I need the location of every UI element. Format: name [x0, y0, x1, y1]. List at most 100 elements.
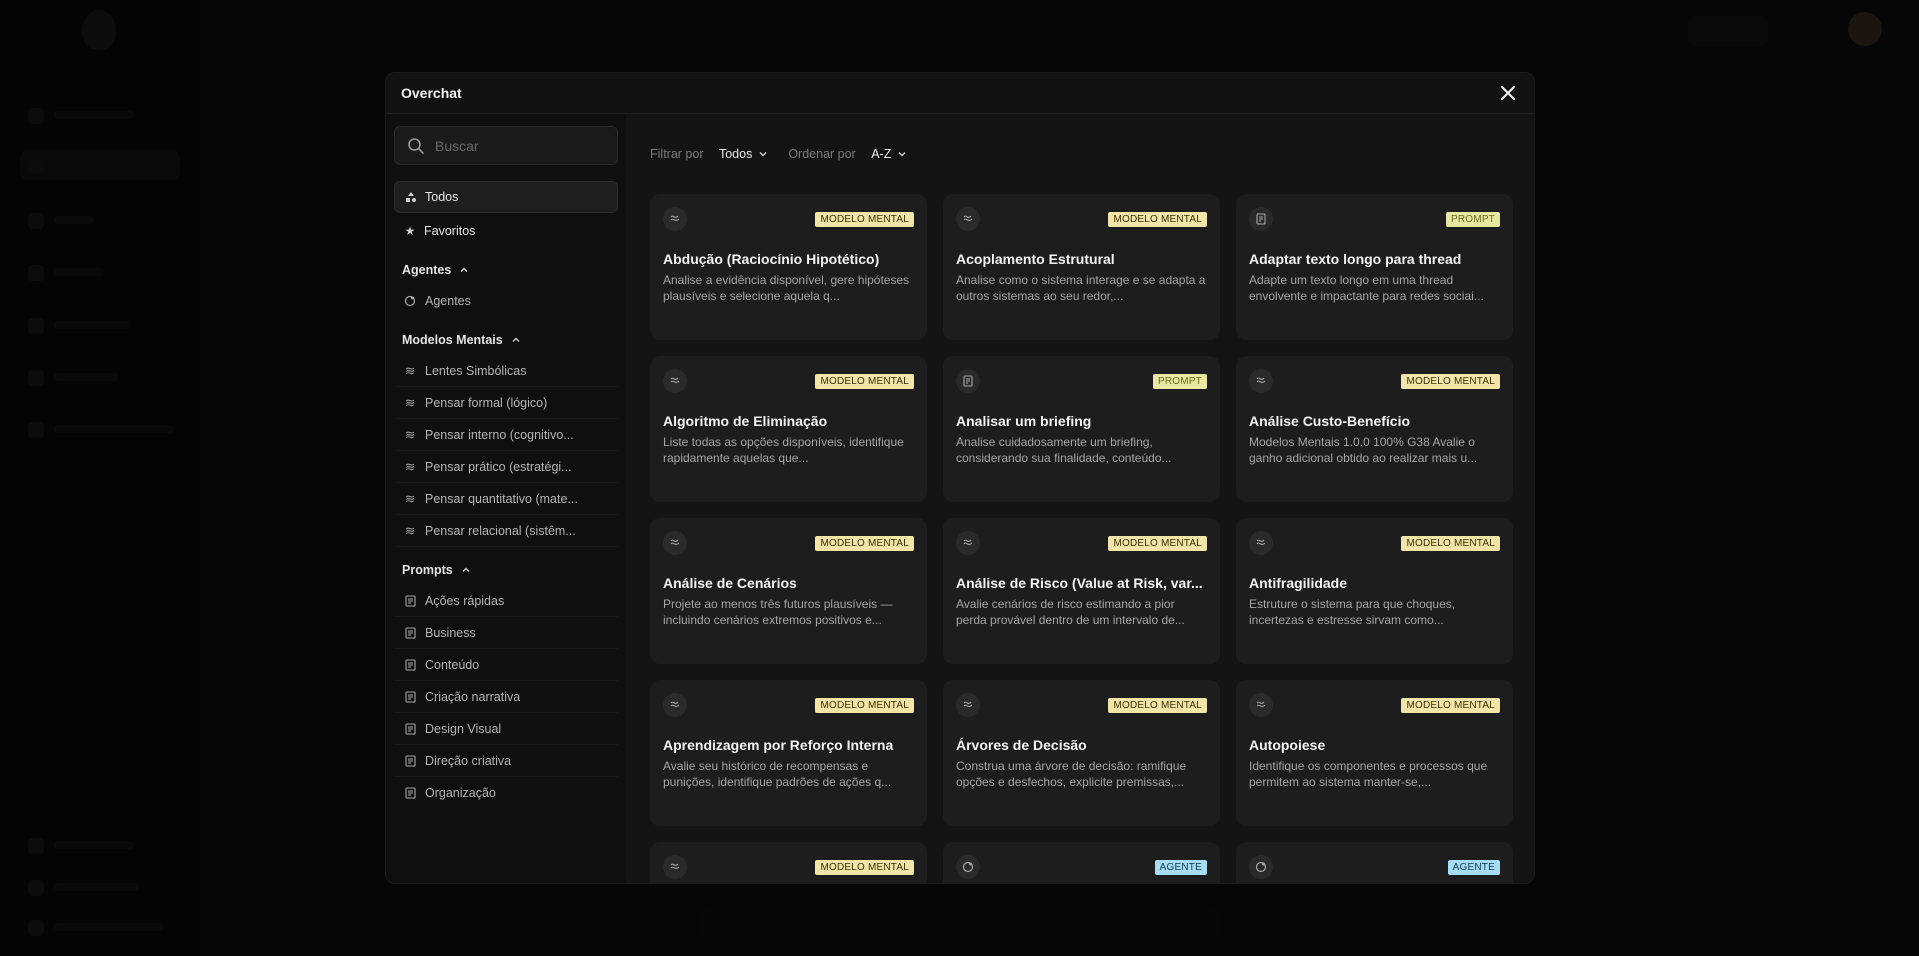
filter-bar: Filtrar por Todos Ordenar por A-Z — [650, 114, 1510, 194]
type-badge: PROMPT — [1446, 211, 1500, 227]
item-card[interactable]: MODELO MENTAL Antifragilidade Estruture o … — [1236, 518, 1513, 664]
nav-favoritos[interactable]: ★ Favoritos — [394, 215, 618, 247]
item-card[interactable]: MODELO MENTAL Análise de Cenários Projete … — [650, 518, 927, 664]
prompt-icon — [404, 722, 416, 735]
item-card[interactable]: AGENTE — [1236, 842, 1513, 883]
card-title: Aprendizagem por Reforço Interna — [663, 737, 894, 753]
item-card[interactable]: MODELO MENTAL Abdução (Raciocínio Hipotét… — [650, 194, 927, 340]
sidebar-item-label: Organização — [425, 786, 496, 800]
prompt-icon — [956, 369, 980, 393]
item-card[interactable]: MODELO MENTAL Autopoiese Identifique os co… — [1236, 680, 1513, 826]
card-description: Construa uma árvore de decisão: ramifiqu… — [956, 759, 1187, 789]
mental-model-icon: ≋ — [404, 428, 416, 442]
item-card[interactable]: MODELO MENTAL Acoplamento Estrutural Anali… — [943, 194, 1220, 340]
mental-model-icon: ≋ — [404, 492, 416, 506]
filter-value: Todos — [718, 147, 753, 161]
section-agentes-label: Agentes — [402, 263, 452, 277]
chevron-down-icon — [898, 152, 906, 157]
mental-model-icon: ≋ — [404, 364, 416, 378]
filter-dropdown[interactable]: Todos — [719, 147, 768, 161]
search-icon — [408, 137, 424, 154]
card-title: Análise de Cenários — [663, 575, 797, 591]
sidebar-item-organizacao[interactable]: Organização — [394, 777, 618, 809]
search-box[interactable] — [394, 126, 618, 165]
sidebar-item-conteudo[interactable]: Conteúdo — [394, 649, 618, 681]
sidebar-item-acoes-rapidas[interactable]: Ações rápidas — [394, 585, 618, 617]
mental-model-icon — [663, 531, 687, 555]
nav-favoritos-label: Favoritos — [424, 224, 476, 238]
card-description: Analise cuidadosamente um briefing, cons… — [956, 435, 1172, 465]
sidebar-item-label: Pensar formal (lógico) — [425, 395, 548, 410]
sidebar-item-pensar-interno[interactable]: ≋ Pensar interno (cognitivo... — [394, 419, 618, 451]
prompt-icon — [404, 658, 416, 671]
item-card[interactable]: MODELO MENTAL Algoritmo de Eliminação List… — [650, 356, 927, 502]
item-card[interactable]: MODELO MENTAL Análise de Risco (Value at … — [943, 518, 1220, 664]
library-sidebar: Todos ★ Favoritos Agentes Agentes Modelo… — [386, 114, 626, 883]
card-grid: MODELO MENTAL Abdução (Raciocínio Hipotét… — [650, 194, 1513, 883]
close-button[interactable] — [1497, 82, 1519, 104]
sidebar-item-label: Pensar prático (estratégi... — [425, 459, 572, 474]
section-prompts-toggle[interactable]: Prompts — [394, 555, 618, 585]
sidebar-item-pensar-pratico[interactable]: ≋ Pensar prático (estratégi... — [394, 451, 618, 483]
chevron-up-icon — [512, 337, 520, 342]
card-description: Modelos Mentais 1.0.0 100% G38 Avalie o … — [1249, 435, 1478, 465]
sidebar-item-pensar-quantitativo[interactable]: ≋ Pensar quantitativo (mate... — [394, 483, 618, 515]
item-card[interactable]: MODELO MENTAL Árvores de Decisão Construa … — [943, 680, 1220, 826]
item-card[interactable]: MODELO MENTAL Análise Custo-Benefício Mode… — [1236, 356, 1513, 502]
section-modelos-toggle[interactable]: Modelos Mentais — [394, 325, 618, 355]
mental-model-icon — [956, 207, 980, 231]
sidebar-item-label: Pensar interno (cognitivo... — [425, 427, 574, 442]
agent-icon — [956, 855, 980, 879]
sidebar-item-agentes[interactable]: Agentes — [394, 285, 618, 317]
mental-model-icon: ≋ — [404, 524, 416, 538]
card-title: Antifragilidade — [1249, 575, 1348, 591]
nav-todos-label: Todos — [425, 190, 459, 204]
mental-model-icon — [663, 207, 687, 231]
mental-model-icon — [956, 693, 980, 717]
agent-icon — [1249, 855, 1273, 879]
sidebar-item-label: Design Visual — [425, 721, 502, 736]
item-card[interactable]: AGENTE — [943, 842, 1220, 883]
card-title: Árvores de Decisão — [956, 737, 1087, 753]
star-icon: ★ — [404, 224, 416, 238]
type-badge: MODELO MENTAL — [1401, 535, 1500, 551]
prompt-icon — [404, 594, 416, 607]
card-description: Adapte um texto longo em uma thread envo… — [1249, 273, 1484, 303]
section-agentes-toggle[interactable]: Agentes — [394, 255, 618, 285]
item-card[interactable]: MODELO MENTAL — [650, 842, 927, 883]
section-modelos-label: Modelos Mentais — [402, 333, 503, 347]
sidebar-item-pensar-formal[interactable]: ≋ Pensar formal (lógico) — [394, 387, 618, 419]
mental-model-icon — [663, 855, 687, 879]
item-card[interactable]: PROMPT Analisar um briefing Analise cuidad… — [943, 356, 1220, 502]
sidebar-item-direcao-criativa[interactable]: Direção criativa — [394, 745, 618, 777]
card-title: Algoritmo de Eliminação — [663, 413, 828, 429]
sidebar-item-business[interactable]: Business — [394, 617, 618, 649]
sidebar-item-label: Lentes Simbólicas — [425, 363, 527, 378]
mental-model-icon — [663, 369, 687, 393]
sidebar-item-pensar-relacional[interactable]: ≋ Pensar relacional (sistêm... — [394, 515, 618, 547]
type-badge: MODELO MENTAL — [1401, 373, 1500, 389]
search-input[interactable] — [435, 137, 595, 154]
sidebar-item-lentes-simbolicas[interactable]: ≋ Lentes Simbólicas — [394, 355, 618, 387]
sidebar-item-design-visual[interactable]: Design Visual — [394, 713, 618, 745]
item-card[interactable]: MODELO MENTAL Aprendizagem por Reforço In… — [650, 680, 927, 826]
card-title: Acoplamento Estrutural — [956, 251, 1115, 267]
chevron-up-icon — [460, 267, 468, 272]
section-prompts-label: Prompts — [402, 563, 453, 577]
sidebar-item-label: Ações rápidas — [425, 593, 505, 608]
type-badge: MODELO MENTAL — [815, 535, 914, 551]
sort-dropdown[interactable]: A-Z — [871, 147, 907, 161]
card-title: Abdução (Raciocínio Hipotético) — [663, 251, 880, 267]
nav-todos[interactable]: Todos — [394, 181, 618, 213]
mental-model-icon — [1249, 369, 1273, 393]
prompt-icon — [404, 626, 416, 639]
type-badge: MODELO MENTAL — [815, 211, 914, 227]
card-title: Análise Custo-Benefício — [1249, 413, 1411, 429]
card-description: Avalie seu histórico de recompensas e pu… — [663, 759, 892, 789]
agent-icon — [404, 295, 416, 307]
sidebar-item-criacao-narrativa[interactable]: Criação narrativa — [394, 681, 618, 713]
card-description: Estruture o sistema para que choques, in… — [1249, 597, 1456, 627]
card-title: Autopoiese — [1249, 737, 1326, 753]
mental-model-icon: ≋ — [404, 460, 416, 474]
item-card[interactable]: PROMPT Adaptar texto longo para thread Ada… — [1236, 194, 1513, 340]
